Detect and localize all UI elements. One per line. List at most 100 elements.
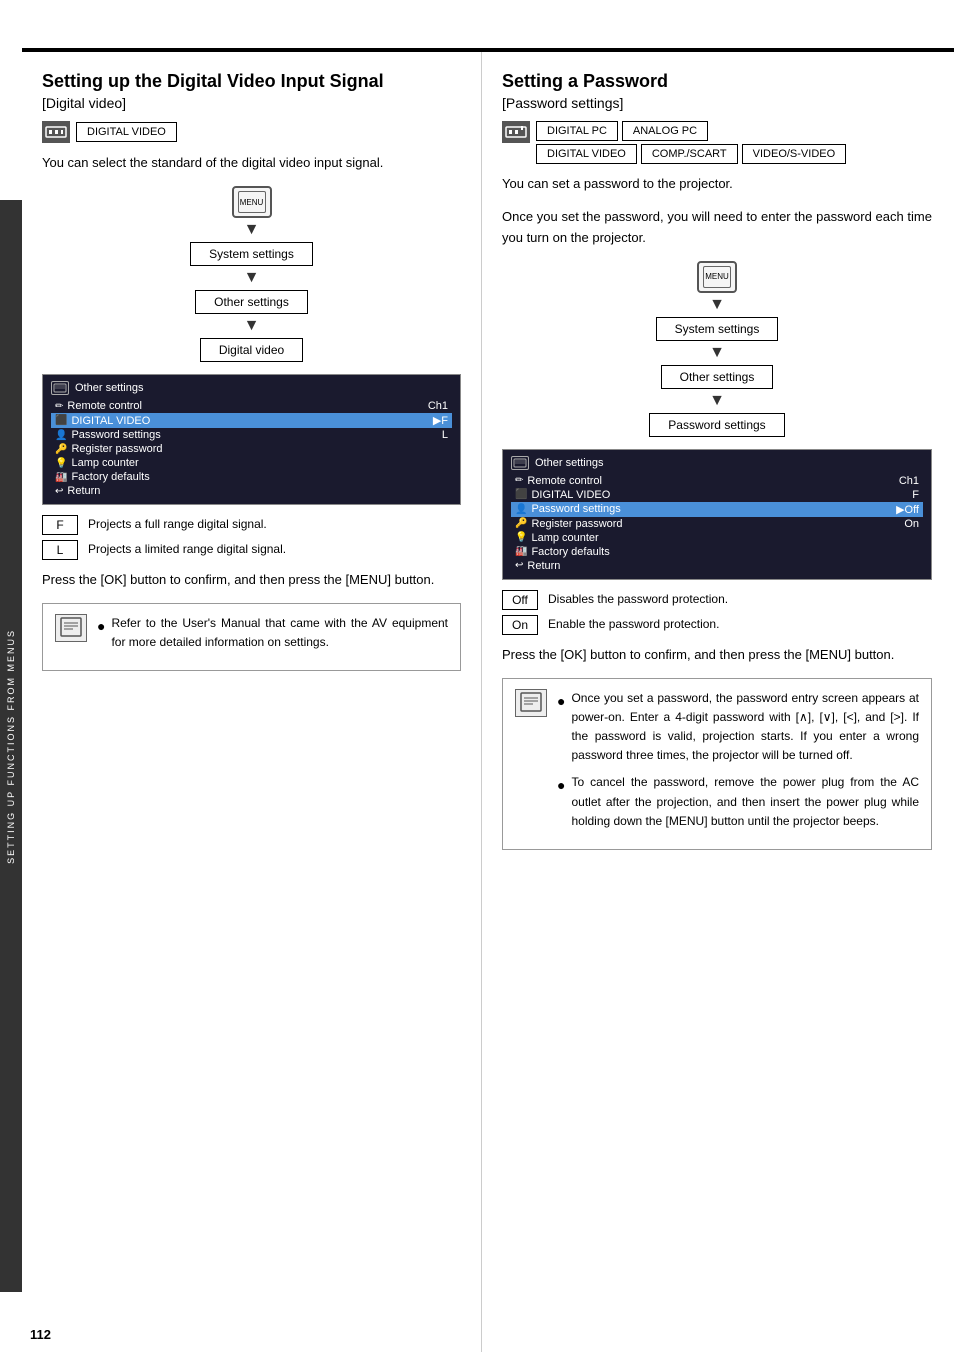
right-subtitle: [Password settings] [502,95,932,111]
right-arrow-1: ▼ [709,297,725,313]
left-legend-0: F Projects a full range digital signal. [42,515,461,535]
left-ms-row-4: 💡Lamp counter [51,456,452,470]
left-menu-flow: MENU ▼ System settings ▼ Other settings … [42,186,461,364]
left-legend-key-1: L [42,540,78,560]
right-bullet-0: ● Once you set a password, the password … [557,689,919,766]
right-btn-analog-pc: ANALOG PC [622,121,708,141]
right-legend-desc-1: Enable the password protection. [548,615,719,633]
right-bullet-1: ● To cancel the password, remove the pow… [557,773,919,831]
left-input-row: DIGITAL VIDEO [42,121,461,143]
right-ms-row1-label: DIGITAL VIDEO [531,489,610,501]
right-title: Setting a Password [502,70,932,93]
right-input-row2: DIGITAL VIDEO COMP./SCART VIDEO/S-VIDEO [536,144,846,164]
right-menu-flow: MENU ▼ System settings ▼ Other settings … [502,261,932,439]
left-legend-desc-0: Projects a full range digital signal. [88,515,267,533]
left-ms-icon [51,381,69,395]
right-ms-row-4: 💡Lamp counter [511,531,923,545]
left-ms-title: Other settings [75,382,143,394]
right-ms-row-0: ✏Remote control Ch1 [511,474,923,488]
left-menu-icon: MENU [232,186,272,218]
left-legend-desc-1: Projects a limited range digital signal. [88,540,286,558]
right-arrow-2: ▼ [709,345,725,361]
right-btn-digital-video: DIGITAL VIDEO [536,144,637,164]
left-menu-icon-inner: MENU [238,191,266,213]
left-ms-row-6: ↩Return [51,484,452,498]
left-arrow-3: ▼ [244,318,260,334]
left-ms-row-5: 🏭Factory defaults [51,470,452,484]
right-menu-icon: MENU [697,261,737,293]
right-desc1: You can set a password to the projector. [502,174,932,195]
left-legend-key-0: F [42,515,78,535]
right-ms-row3-val: On [904,518,919,530]
right-btn-video-svideo: VIDEO/S-VIDEO [742,144,847,164]
right-arrow-3: ▼ [709,393,725,409]
right-input-row1: DIGITAL PC ANALOG PC [536,121,846,141]
page-container: SETTING UP FUNCTIONS FROM MENUS Setting … [0,0,954,1352]
left-press-text: Press the [OK] button to confirm, and th… [42,570,461,591]
top-rule [22,48,954,50]
right-ms-row2-val: ▶Off [896,503,919,516]
left-flow-step1: System settings [190,242,313,266]
left-note-list: ● Refer to the User's Manual that came w… [97,614,448,660]
left-arrow-1: ▼ [244,222,260,238]
right-note-icon-svg [519,692,543,714]
left-ms-icon-svg [53,383,67,393]
left-column: Setting up the Digital Video Input Signa… [22,52,482,1352]
right-flow-step2: Other settings [661,365,774,389]
right-ms-row-5: 🏭Factory defaults [511,545,923,559]
left-title: Setting up the Digital Video Input Signa… [42,70,461,93]
connector-icon [45,124,67,140]
right-press-text: Press the [OK] button to confirm, and th… [502,645,932,666]
right-btn-comp-scart: COMP./SCART [641,144,738,164]
page-number: 112 [30,1327,51,1342]
right-menu-label: MENU [705,272,729,281]
right-ms-title: Other settings [535,457,603,469]
right-ms-row6-label: Return [527,560,560,572]
right-flow-step1: System settings [656,317,779,341]
note-icon-svg [59,617,83,639]
left-flow-step3: Digital video [200,338,303,362]
left-ms-row0-label: Remote control [67,400,142,412]
left-legend-1: L Projects a limited range digital signa… [42,540,461,560]
left-ms-row-2: 👤Password settings L [51,428,452,442]
right-ms-row-1: ⬛DIGITAL VIDEO F [511,488,923,502]
right-connector-icon [505,124,527,140]
right-flow-step3: Password settings [649,413,784,437]
side-label-text: SETTING UP FUNCTIONS FROM MENUS [6,629,16,864]
left-input-icon [42,121,70,143]
right-ms-row0-val: Ch1 [899,475,919,487]
left-ms-row-1: ⬛DIGITAL VIDEO ▶F [51,413,452,428]
right-ms-icon [511,456,529,470]
left-note-text: Refer to the User's Manual that came wit… [111,614,448,652]
right-legend-desc-0: Disables the password protection. [548,590,728,608]
left-ms-row-0: ✏Remote control Ch1 [51,399,452,413]
right-bullet-list: ● Once you set a password, the password … [557,689,919,839]
right-bullet-1-text: To cancel the password, remove the power… [571,773,919,831]
right-ms-row1-val: F [912,489,919,501]
right-input-icon [502,121,530,143]
left-ms-row-3: 🔑Register password [51,442,452,456]
left-subtitle: [Digital video] [42,95,461,111]
right-bullet-0-text: Once you set a password, the password en… [571,689,919,766]
right-legend-0: Off Disables the password protection. [502,590,932,610]
left-ms-row0-val: Ch1 [428,400,448,412]
right-input-btns: DIGITAL PC ANALOG PC DIGITAL VIDEO COMP.… [536,121,846,164]
right-note-box: ● Once you set a password, the password … [502,678,932,850]
left-flow-step2: Other settings [195,290,308,314]
right-menu-icon-inner: MENU [703,266,731,288]
left-arrow-2: ▼ [244,270,260,286]
left-ms-row1-val: ▶F [433,414,448,427]
left-ms-row2-label: Password settings [71,429,160,441]
left-ms-row5-label: Factory defaults [71,471,149,483]
left-ms-row4-label: Lamp counter [71,457,138,469]
right-ms-title-row: Other settings [511,456,923,470]
right-legend-1: On Enable the password protection. [502,615,932,635]
left-menu-label: MENU [240,198,264,207]
main-content: Setting up the Digital Video Input Signa… [22,50,954,1352]
left-ms-title-row: Other settings [51,381,452,395]
right-legend-key-1: On [502,615,538,635]
right-ms-row5-label: Factory defaults [531,546,609,558]
right-note-icon [515,689,547,717]
left-ms-row1-label: DIGITAL VIDEO [71,415,150,427]
right-ms-row-6: ↩Return [511,559,923,573]
